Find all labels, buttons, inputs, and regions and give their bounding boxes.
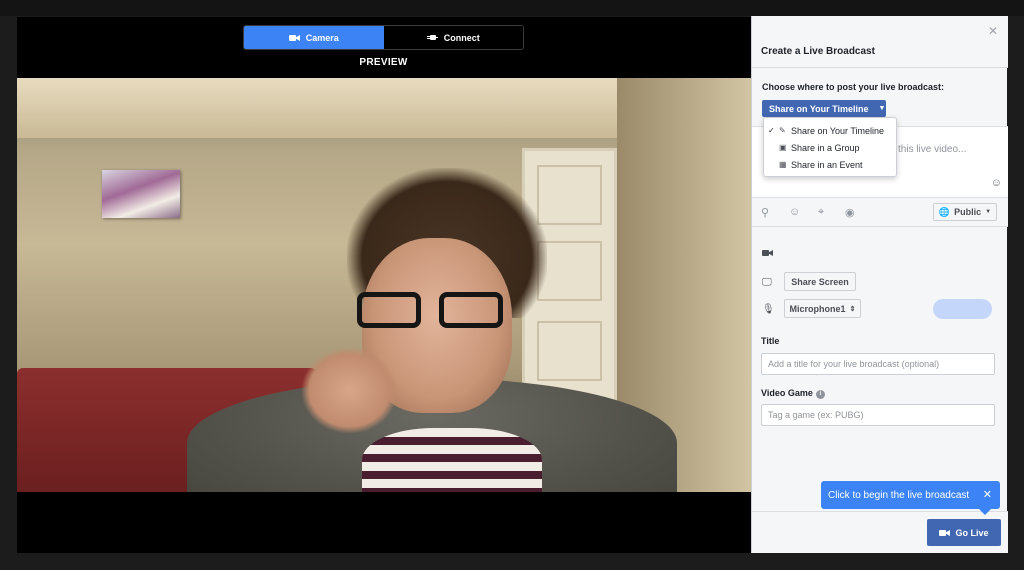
video-camera-icon — [939, 529, 951, 536]
compose-placeholder: this live video... — [898, 144, 967, 155]
broadcast-panel: Create a Live Broadcast ✕ Choose where t… — [751, 16, 1008, 553]
tooltip-arrow — [979, 509, 991, 515]
menu-item-label: Share in an Event — [791, 159, 863, 170]
monitor-icon: 🖵 — [762, 277, 772, 288]
microphone-value: Microphone1 — [789, 303, 846, 314]
video-game-input[interactable]: Tag a game (ex: PUBG) — [761, 404, 995, 426]
menu-item-label: Share in a Group — [791, 142, 860, 153]
connect-tab[interactable]: Connect — [383, 26, 523, 49]
panel-footer: Go Live — [752, 511, 1008, 553]
edit-icon: ✎ — [779, 126, 786, 135]
source-toggle: Camera Connect — [243, 25, 524, 50]
close-icon[interactable]: ✕ — [988, 24, 998, 38]
door-panel — [537, 321, 602, 381]
video-camera-icon — [288, 34, 300, 41]
caret-down-icon: ▼ — [985, 209, 992, 215]
video-painting — [102, 170, 180, 218]
share-destination-value: Share on Your Timeline — [769, 103, 869, 114]
camera-tab[interactable]: Camera — [244, 26, 384, 49]
close-icon[interactable]: ✕ — [983, 488, 992, 501]
plug-icon — [426, 35, 438, 40]
feeling-icon[interactable]: ☺ — [789, 206, 800, 218]
privacy-select[interactable]: 🌐 Public ▼ — [933, 203, 997, 221]
menu-item-event[interactable]: ▦ Share in an Event — [764, 156, 896, 173]
emoji-icon[interactable]: ☺ — [991, 177, 1002, 189]
menu-item-timeline[interactable]: ✓ ✎ Share on Your Timeline — [764, 122, 896, 139]
privacy-value: Public — [954, 207, 982, 217]
video-game-label-text: Video Game — [761, 388, 813, 398]
share-screen-button[interactable]: Share Screen — [784, 272, 856, 291]
share-destination-select[interactable]: Share on Your Timeline ▼ — [762, 100, 886, 117]
title-label: Title — [761, 336, 780, 346]
video-game-label: Video Game i — [761, 388, 825, 399]
video-person-glasses — [357, 292, 517, 332]
title-placeholder: Add a title for your live broadcast (opt… — [768, 359, 940, 369]
panel-header: Create a Live Broadcast ✕ — [752, 16, 1008, 68]
tag-people-icon[interactable]: ⚲ — [761, 206, 769, 219]
connect-tab-label: Connect — [443, 32, 480, 43]
video-game-placeholder: Tag a game (ex: PUBG) — [768, 410, 864, 420]
group-icon: ▣ — [779, 143, 787, 152]
go-live-tooltip: Click to begin the live broadcast ✕ — [821, 481, 1000, 515]
camera-preview — [17, 78, 751, 492]
title-input[interactable]: Add a title for your live broadcast (opt… — [761, 353, 995, 375]
fundraiser-icon[interactable]: ◉ — [845, 206, 855, 219]
panel-title: Create a Live Broadcast — [761, 46, 875, 57]
go-live-button[interactable]: Go Live — [927, 519, 1001, 546]
calendar-icon: ▦ — [779, 160, 787, 169]
menu-item-label: Share on Your Timeline — [791, 125, 885, 136]
preview-label: PREVIEW — [359, 57, 408, 68]
video-person-hand — [302, 348, 397, 433]
backdrop-strip — [0, 0, 1024, 16]
audio-level-pill[interactable] — [933, 299, 992, 319]
share-screen-label: Share Screen — [791, 276, 849, 287]
updown-caret-icon: ⇕ — [849, 305, 856, 313]
location-pin-icon[interactable]: ⌖ — [818, 206, 824, 219]
menu-item-group[interactable]: ▣ Share in a Group — [764, 139, 896, 156]
info-icon[interactable]: i — [815, 390, 825, 399]
compose-toolbar: ⚲ ☺ ⌖ ◉ 🌐 Public ▼ — [752, 198, 1008, 227]
go-live-label: Go Live — [955, 527, 989, 538]
microphone-select[interactable]: Microphone1 ⇕ — [784, 299, 861, 318]
glasses-lens — [439, 292, 503, 328]
microphone-icon: 🎙 — [762, 304, 775, 315]
video-person-shirt — [362, 428, 542, 492]
video-camera-icon — [762, 249, 773, 260]
glasses-lens — [357, 292, 421, 328]
choose-post-label: Choose where to post your live broadcast… — [762, 82, 945, 92]
checkmark-icon: ✓ — [768, 126, 775, 135]
share-destination-menu: ✓ ✎ Share on Your Timeline ▣ Share in a … — [763, 117, 897, 177]
caret-down-icon: ▼ — [878, 105, 886, 112]
tooltip-text: Click to begin the live broadcast — [828, 489, 970, 501]
globe-icon: 🌐 — [938, 206, 951, 217]
camera-tab-label: Camera — [305, 32, 339, 43]
